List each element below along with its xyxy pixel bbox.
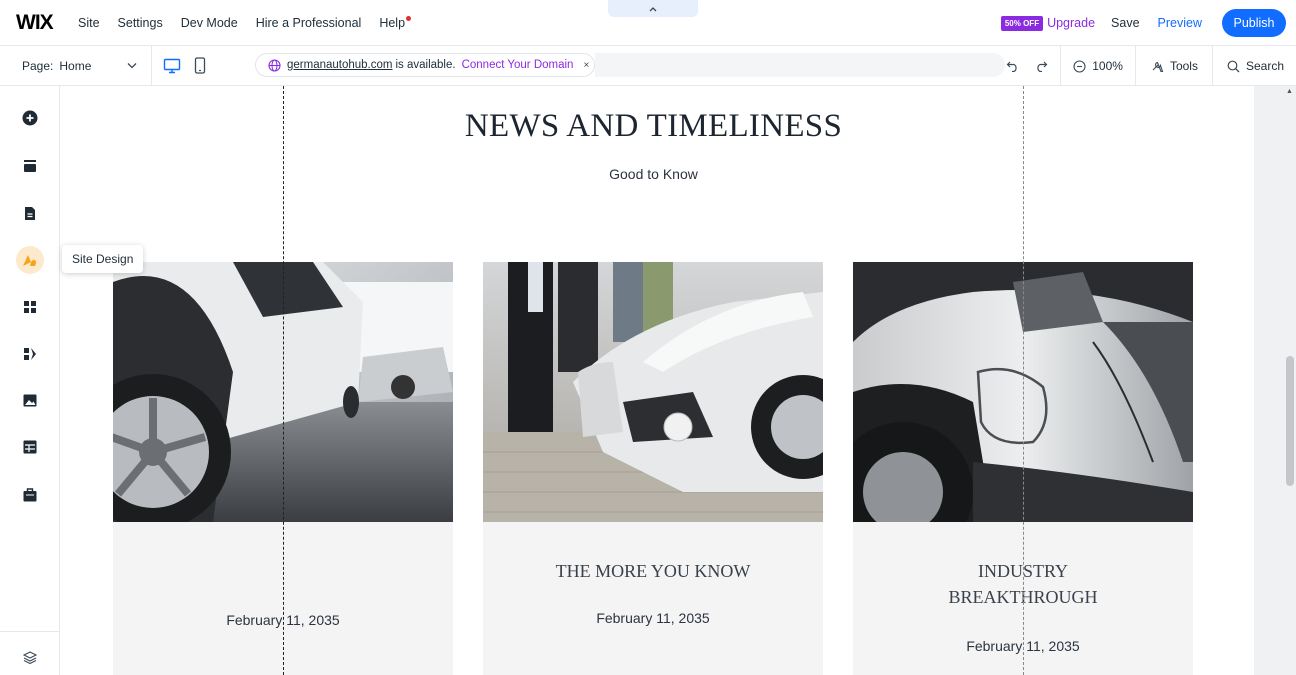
- search-button[interactable]: Search: [1211, 46, 1296, 86]
- tools-icon: [1152, 61, 1164, 73]
- card-image-car-row[interactable]: [483, 262, 823, 522]
- pages-icon[interactable]: [16, 199, 44, 227]
- menu-dev-mode[interactable]: Dev Mode: [181, 16, 238, 30]
- site-design-icon[interactable]: [16, 246, 44, 274]
- card-date-2: February 11, 2035: [596, 610, 710, 626]
- menu-hire-professional[interactable]: Hire a Professional: [256, 16, 362, 30]
- preview-button[interactable]: Preview: [1158, 16, 1202, 30]
- page-selector[interactable]: Home: [59, 59, 123, 73]
- media-icon[interactable]: [16, 386, 44, 414]
- menu-help[interactable]: Help: [379, 15, 412, 30]
- zoom-control[interactable]: 100%: [1060, 46, 1135, 86]
- site-design-tooltip: Site Design: [62, 245, 144, 273]
- chevron-up-icon: [649, 6, 657, 11]
- left-toolbar: [0, 86, 60, 675]
- menu-settings[interactable]: Settings: [118, 16, 163, 30]
- domain-available-text: is available.: [395, 59, 456, 71]
- collapse-topbar-button[interactable]: [608, 0, 698, 17]
- add-icon[interactable]: [16, 104, 44, 132]
- site-page: NEWS AND TIMELINESS Good to Know Februar…: [53, 86, 1254, 675]
- cms-icon[interactable]: [16, 433, 44, 461]
- menu-site[interactable]: Site: [78, 16, 100, 30]
- divider: [151, 45, 153, 86]
- connect-domain-link[interactable]: Connect Your Domain: [462, 59, 574, 71]
- tools-label: Tools: [1169, 59, 1198, 73]
- scrollbar-thumb[interactable]: [1286, 356, 1294, 486]
- page-label: Page:: [22, 58, 54, 73]
- menu-help-label: Help: [379, 15, 406, 30]
- domain-bar-background: [595, 53, 1005, 77]
- mobile-view-icon[interactable]: [190, 56, 210, 76]
- chevron-down-icon[interactable]: [127, 62, 137, 69]
- publish-button[interactable]: Publish: [1222, 9, 1286, 37]
- zoom-out-icon: [1073, 59, 1086, 73]
- blog-card-2[interactable]: THE MORE YOU KNOW February 11, 2035: [483, 262, 823, 675]
- tools-button[interactable]: Tools: [1134, 46, 1212, 86]
- app-market-icon[interactable]: [16, 340, 44, 368]
- domain-url-link[interactable]: germanautohub.com: [287, 59, 392, 71]
- layers-icon[interactable]: [16, 643, 44, 671]
- apps-icon[interactable]: [16, 293, 44, 321]
- wix-logo[interactable]: WIX: [16, 11, 64, 35]
- desktop-view-icon[interactable]: [162, 56, 182, 76]
- upgrade-link[interactable]: Upgrade: [1047, 16, 1095, 30]
- search-icon: [1227, 60, 1240, 72]
- scroll-up-icon[interactable]: ▲: [1286, 88, 1293, 95]
- page-subheading[interactable]: Good to Know: [53, 166, 1254, 182]
- notification-dot: [406, 15, 412, 21]
- undo-icon[interactable]: [1006, 60, 1020, 72]
- sale-badge: 50% OFF: [1000, 15, 1044, 31]
- close-domain-banner-button[interactable]: ×: [583, 60, 589, 71]
- top-bar: WIX Site Settings Dev Mode Hire a Profes…: [0, 0, 1296, 46]
- page-heading[interactable]: NEWS AND TIMELINESS: [53, 108, 1254, 145]
- domain-banner: germanautohub.com is available. Connect …: [255, 53, 595, 77]
- save-button[interactable]: Save: [1111, 16, 1140, 30]
- layout-guide-left[interactable]: [283, 86, 284, 675]
- card-title-2[interactable]: THE MORE YOU KNOW: [483, 558, 823, 584]
- redo-icon[interactable]: [1034, 60, 1048, 72]
- layout-guide-right[interactable]: [1023, 86, 1024, 675]
- business-icon[interactable]: [16, 480, 44, 508]
- canvas-scrollbar[interactable]: ▲: [1284, 86, 1296, 675]
- zoom-level: 100%: [1092, 59, 1123, 73]
- editor-toolbar: Page: Home germanautohub.com is availabl…: [0, 45, 1296, 86]
- divider: [0, 631, 60, 632]
- search-label: Search: [1245, 59, 1284, 73]
- globe-icon: [268, 58, 281, 72]
- sections-icon[interactable]: [16, 152, 44, 180]
